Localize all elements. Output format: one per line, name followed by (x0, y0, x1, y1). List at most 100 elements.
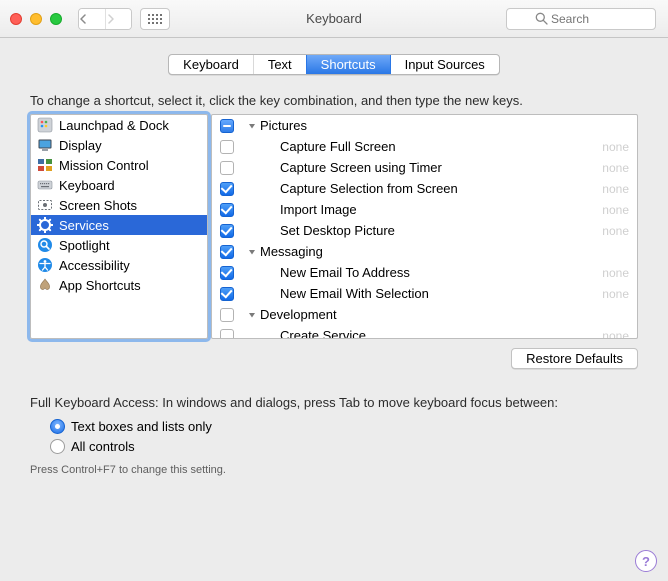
checkbox[interactable] (220, 182, 234, 196)
shortcut-label: Pictures (260, 118, 631, 133)
tab-text[interactable]: Text (253, 55, 306, 74)
help-icon: ? (635, 550, 657, 572)
content: KeyboardTextShortcutsInput Sources To ch… (0, 38, 668, 486)
shortcut-item[interactable]: New Email With Selectionnone (212, 283, 637, 304)
shortcut-key[interactable]: none (602, 182, 631, 196)
back-button[interactable] (79, 9, 105, 29)
search-icon (534, 11, 549, 26)
shortcut-label: New Email With Selection (280, 286, 602, 301)
shortcut-key[interactable]: none (602, 140, 631, 154)
tab-shortcuts[interactable]: Shortcuts (306, 55, 390, 74)
disclosure-triangle-icon[interactable] (248, 248, 256, 256)
category-label: Spotlight (59, 238, 110, 253)
category-label: Launchpad & Dock (59, 118, 169, 133)
mission-control-icon (37, 157, 53, 173)
checkbox[interactable] (220, 245, 234, 259)
checkbox[interactable] (220, 119, 234, 133)
category-label: Keyboard (59, 178, 115, 193)
shortcut-label: Capture Selection from Screen (280, 181, 602, 196)
shortcut-label: Create Service (280, 328, 602, 338)
category-list[interactable]: Launchpad & Dock Display Mission Control Ke… (30, 114, 208, 339)
shortcut-label: Capture Screen using Timer (280, 160, 602, 175)
shortcut-item[interactable]: New Email To Addressnone (212, 262, 637, 283)
shortcut-key[interactable]: none (602, 329, 631, 339)
shortcut-group[interactable]: Messaging (212, 241, 637, 262)
display-icon (37, 137, 53, 153)
category-launchpad-dock[interactable]: Launchpad & Dock (31, 115, 207, 135)
titlebar: Keyboard (0, 0, 668, 38)
shortcut-key[interactable]: none (602, 266, 631, 280)
disclosure-triangle-icon[interactable] (248, 311, 256, 319)
category-services[interactable]: Services (31, 215, 207, 235)
checkbox[interactable] (220, 287, 234, 301)
fka-heading: Full Keyboard Access: In windows and dia… (30, 395, 638, 410)
services-icon (37, 217, 53, 233)
shortcut-item[interactable]: Create Servicenone (212, 325, 637, 338)
disclosure-triangle-icon[interactable] (248, 122, 256, 130)
checkbox[interactable] (220, 203, 234, 217)
launchpad-icon (37, 117, 53, 133)
keyboard-icon (37, 177, 53, 193)
shortcut-label: Messaging (260, 244, 631, 259)
shortcut-label: Capture Full Screen (280, 139, 602, 154)
shortcut-pane: PicturesCapture Full ScreennoneCapture S… (211, 114, 638, 339)
checkbox[interactable] (220, 329, 234, 339)
shortcut-group[interactable]: Development (212, 304, 637, 325)
search-input[interactable] (506, 8, 656, 30)
category-label: Mission Control (59, 158, 149, 173)
checkbox[interactable] (220, 308, 234, 322)
category-app-shortcuts[interactable]: App Shortcuts (31, 275, 207, 295)
panes: Launchpad & Dock Display Mission Control Ke… (30, 114, 638, 339)
shortcut-key[interactable]: none (602, 287, 631, 301)
category-spotlight[interactable]: Spotlight (31, 235, 207, 255)
shortcut-label: Development (260, 307, 631, 322)
fka-option-label: Text boxes and lists only (71, 419, 212, 434)
shortcut-group[interactable]: Pictures (212, 115, 637, 136)
minimize-button[interactable] (30, 13, 42, 25)
grid-icon (148, 14, 162, 24)
shortcut-key[interactable]: none (602, 224, 631, 238)
show-all-button[interactable] (140, 8, 170, 30)
fka-hint: Press Control+F7 to change this setting. (30, 464, 638, 476)
spotlight-icon (37, 237, 53, 253)
shortcut-item[interactable]: Capture Selection from Screennone (212, 178, 637, 199)
category-keyboard[interactable]: Keyboard (31, 175, 207, 195)
fka-option[interactable]: Text boxes and lists only (50, 416, 638, 436)
shortcut-item[interactable]: Capture Screen using Timernone (212, 157, 637, 178)
category-mission-control[interactable]: Mission Control (31, 155, 207, 175)
fka-option[interactable]: All controls (50, 436, 638, 456)
tab-input-sources[interactable]: Input Sources (390, 55, 499, 74)
close-button[interactable] (10, 13, 22, 25)
shortcut-label: New Email To Address (280, 265, 602, 280)
search-wrap (506, 8, 656, 30)
screenshots-icon (37, 197, 53, 213)
fka-radios: Text boxes and lists only All controls (50, 416, 638, 456)
help-button[interactable]: ? (634, 549, 656, 571)
restore-defaults-button[interactable]: Restore Defaults (511, 348, 638, 369)
category-accessibility[interactable]: Accessibility (31, 255, 207, 275)
category-label: Screen Shots (59, 198, 137, 213)
shortcut-item[interactable]: Import Imagenone (212, 199, 637, 220)
checkbox[interactable] (220, 140, 234, 154)
shortcut-item[interactable]: Set Desktop Picturenone (212, 220, 637, 241)
shortcut-label: Set Desktop Picture (280, 223, 602, 238)
category-screen-shots[interactable]: Screen Shots (31, 195, 207, 215)
tab-keyboard[interactable]: Keyboard (169, 55, 253, 74)
shortcut-key[interactable]: none (602, 161, 631, 175)
checkbox[interactable] (220, 266, 234, 280)
window-controls (10, 13, 62, 25)
forward-button[interactable] (105, 9, 131, 29)
tab-bar: KeyboardTextShortcutsInput Sources (30, 54, 638, 75)
shortcut-key[interactable]: none (602, 203, 631, 217)
checkbox[interactable] (220, 161, 234, 175)
instruction-text: To change a shortcut, select it, click t… (30, 93, 638, 108)
category-display[interactable]: Display (31, 135, 207, 155)
radio-button[interactable] (50, 419, 65, 434)
checkbox[interactable] (220, 224, 234, 238)
category-label: Display (59, 138, 102, 153)
shortcut-item[interactable]: Capture Full Screennone (212, 136, 637, 157)
shortcut-list[interactable]: PicturesCapture Full ScreennoneCapture S… (212, 115, 637, 338)
radio-button[interactable] (50, 439, 65, 454)
shortcut-label: Import Image (280, 202, 602, 217)
zoom-button[interactable] (50, 13, 62, 25)
